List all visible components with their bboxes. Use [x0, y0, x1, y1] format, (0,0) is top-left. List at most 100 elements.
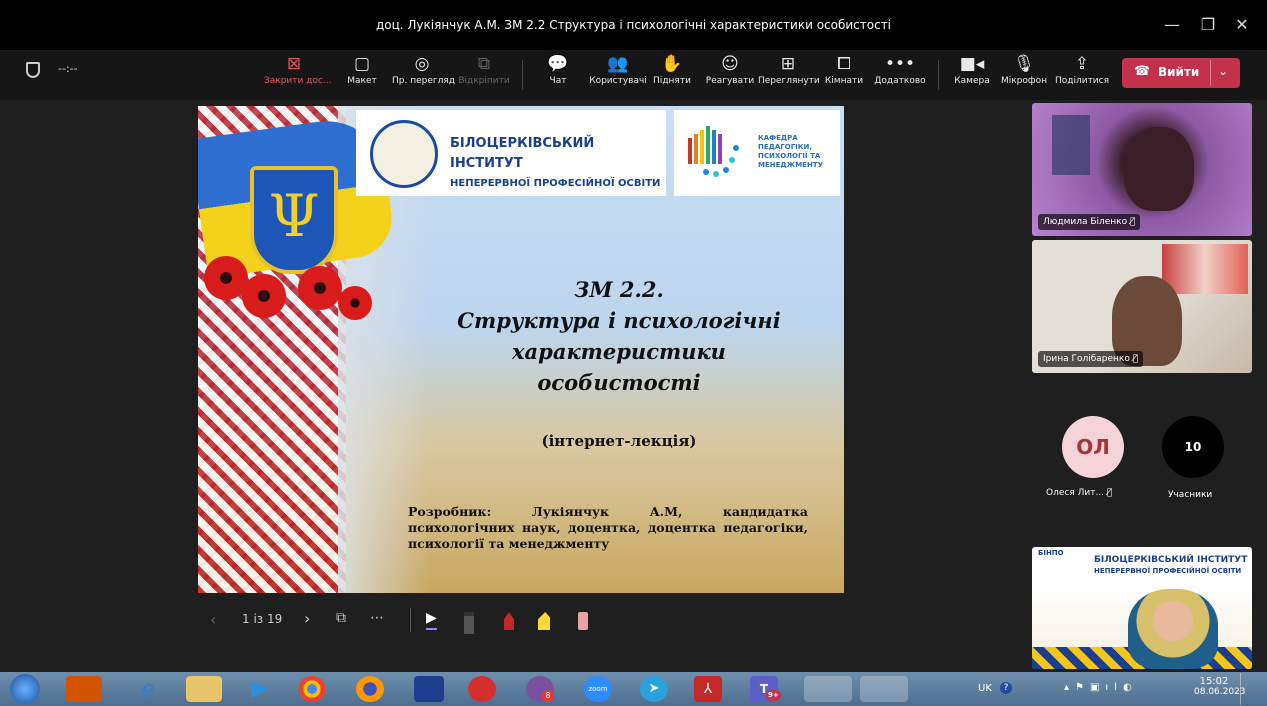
system-tray-icons[interactable]: ▴⚑▣ıl◐ [1064, 682, 1138, 693]
phone-hangup-icon: ☎ [1134, 64, 1151, 79]
slide-navigation: ‹ 1 із 19 › ⧉ ⋯ ▶ [198, 604, 618, 636]
chat-button[interactable]: 💬 Чат [528, 52, 588, 96]
slide-counter: 1 із 19 [242, 612, 283, 626]
share-icon: ⇪ [1074, 54, 1090, 74]
internet-explorer-icon[interactable]: ℯ [130, 676, 166, 702]
next-slide-button[interactable]: › [304, 609, 310, 628]
rooms-button[interactable]: ⧠ Кімнати [814, 52, 874, 96]
slide-title-line1: ЗМ 2.2. [574, 277, 664, 302]
close-button[interactable]: ✕ [1230, 13, 1254, 37]
previous-slide-button[interactable]: ‹ [210, 610, 216, 629]
leave-button[interactable]: ☎ Вийти ⌄ [1122, 58, 1240, 88]
red-pen-tool-icon[interactable] [504, 612, 514, 630]
slide-subtitle: (інтернет-лекція) [541, 432, 697, 450]
viber-badge: 8 [542, 690, 554, 702]
mic-icon: 🎙 [1013, 54, 1035, 74]
view-button[interactable]: ⊞ Переглянути [758, 52, 820, 96]
self-view-banner-label: БІНПО [1038, 549, 1064, 557]
eraser-tool-icon[interactable] [578, 612, 588, 630]
slide-title-line3: характеристики [512, 339, 726, 364]
camera-button[interactable]: ■◂ Камера [942, 52, 1002, 96]
people-icon: 👥 [607, 54, 629, 74]
zoom-icon[interactable]: zoom [584, 676, 612, 702]
preview-button[interactable]: ◎ Пр. перегляд [392, 52, 455, 96]
institute-name-line2: НЕПЕРЕРВНОЇ ПРОФЕСІЙНОЇ ОСВІТИ [450, 178, 661, 189]
leave-divider [1210, 60, 1211, 86]
minimize-button[interactable]: — [1160, 13, 1184, 37]
layout-icon: ▢ [353, 54, 371, 74]
participant-nameplate: Ірина Голібаренко 🎙̸ [1038, 351, 1144, 367]
red-app-icon[interactable] [468, 676, 496, 702]
help-icon[interactable]: ? [1000, 682, 1012, 694]
participant-nameplate: Людмила Біленко 🎙̸ [1038, 214, 1141, 230]
acrobat-icon[interactable]: ⅄ [694, 676, 722, 702]
self-view-banner-title: БІЛОЦЕРКІВСЬКИЙ ІНСТИТУТ [1094, 555, 1248, 565]
viber-icon[interactable]: 8 [526, 676, 554, 702]
participant-face [1124, 127, 1194, 211]
mic-muted-icon: 🎙̸ [1106, 488, 1113, 498]
clock[interactable]: 15:02 08.06.2023 [1194, 676, 1246, 697]
self-view-video-tile[interactable]: БІНПО БІЛОЦЕРКІВСЬКИЙ ІНСТИТУТ НЕПЕРЕРВН… [1032, 547, 1252, 669]
participant-avatar-name: Олеся Лит... 🎙̸ [1046, 488, 1113, 498]
poster-image [1052, 115, 1090, 175]
office-app-icon[interactable] [66, 676, 102, 702]
mic-muted-icon: 🎙̸ [1130, 217, 1136, 227]
teams-badge: 9+ [766, 690, 781, 701]
share-button[interactable]: ⇪ Поділитися [1052, 52, 1112, 96]
nav-divider [410, 608, 411, 632]
restore-button[interactable]: ❐ [1196, 13, 1220, 37]
react-button[interactable]: ☺ Реагувати [700, 52, 760, 96]
participant-count[interactable]: 10 [1162, 416, 1224, 478]
participant-avatar[interactable]: ОЛ [1062, 416, 1124, 478]
clock-time: 15:02 [1199, 676, 1229, 687]
participant-name: Людмила Біленко [1043, 217, 1128, 227]
chrome-icon[interactable] [298, 676, 326, 702]
teams-icon[interactable]: T 9+ [750, 676, 781, 702]
mic-muted-icon: 🎙̸ [1132, 354, 1139, 364]
slide-title: ЗМ 2.2. Структура і психологічні характе… [396, 274, 842, 398]
slide-more-icon[interactable]: ⋯ [370, 610, 384, 626]
participant-video-tile[interactable]: Людмила Біленко 🎙̸ [1032, 103, 1252, 236]
poppy-flower [242, 274, 286, 318]
save-disk-icon[interactable] [414, 676, 444, 702]
slide-grid-icon[interactable]: ⧉ [336, 610, 346, 626]
leave-label: Вийти [1158, 65, 1200, 79]
chrome-running-icon[interactable] [804, 676, 852, 702]
stop-sharing-button[interactable]: ⊠ Закрити дос... [264, 52, 332, 96]
firefox-icon[interactable] [356, 676, 384, 702]
layout-button[interactable]: ▢ Макет [332, 52, 392, 96]
popout-icon: ⧉ [477, 54, 491, 74]
rooms-icon: ⧠ [837, 54, 851, 74]
shared-slide: Ψ БІЛОЦЕРКІВСЬКИЙ ІНСТИТУТ НЕПЕРЕРВНОЇ П… [198, 106, 844, 593]
wall-painting [1162, 244, 1248, 294]
participant-name: Ірина Голібаренко [1043, 354, 1130, 364]
highlighter-tool-icon[interactable] [538, 612, 550, 630]
slide-title-line2: Структура і психологічні [457, 308, 781, 333]
toolbar-divider [522, 60, 523, 90]
participant-video-tile[interactable]: Ірина Голібаренко 🎙̸ [1032, 240, 1252, 373]
chat-icon: 💬 [547, 54, 569, 74]
meeting-timer: --:-- [58, 62, 78, 75]
raise-hand-button[interactable]: ✋ Підняти [642, 52, 702, 96]
institute-name-line1: БІЛОЦЕРКІВСЬКИЙ ІНСТИТУТ [450, 136, 595, 171]
file-explorer-icon[interactable] [186, 676, 222, 702]
show-desktop-button[interactable] [1240, 673, 1265, 705]
preview-icon: ◎ [414, 54, 430, 74]
word-icon[interactable] [860, 676, 908, 702]
language-indicator[interactable]: UK [978, 683, 992, 694]
telegram-icon[interactable]: ➤ [640, 676, 668, 702]
pointer-tool-icon[interactable]: ▶ [426, 610, 437, 630]
start-button[interactable] [10, 674, 40, 704]
trident-icon: Ψ [268, 182, 320, 250]
pen-tool-icon[interactable] [464, 612, 474, 634]
people-button[interactable]: 👥 Користувачі [588, 52, 648, 96]
presenter-face [1128, 589, 1218, 669]
more-button[interactable]: ••• Додатково [870, 52, 930, 96]
chevron-down-icon[interactable]: ⌄ [1218, 64, 1228, 78]
popout-button[interactable]: ⧉ Відкріпити [454, 52, 514, 96]
department-logo-icon [688, 126, 739, 177]
microphone-button[interactable]: 🎙 Мікрофон [994, 52, 1054, 96]
shield-icon [26, 62, 40, 78]
media-player-icon[interactable]: ▶ [242, 676, 278, 702]
slide-title-line4: особистості [537, 370, 701, 395]
